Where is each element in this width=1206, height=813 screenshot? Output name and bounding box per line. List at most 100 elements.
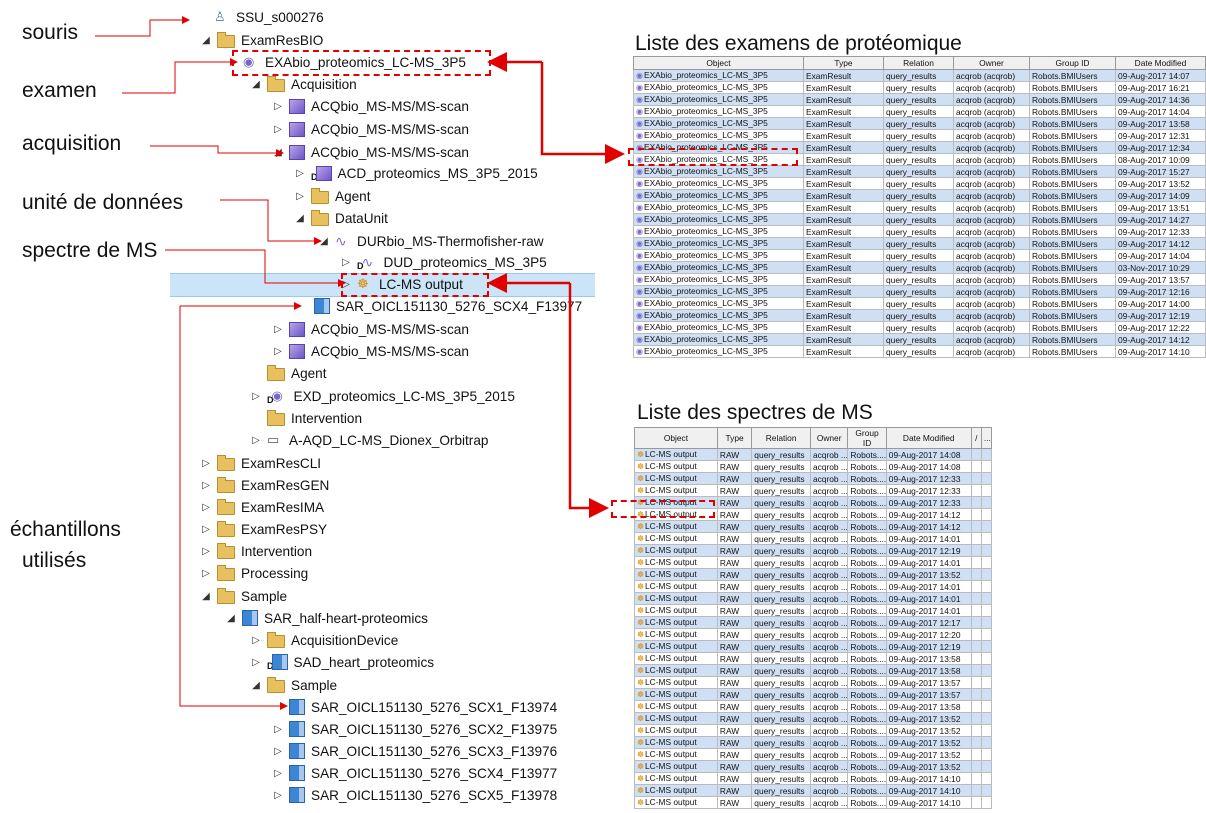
tree-node[interactable]: SAR_OICL151130_5276_SCX1_F13974 — [272, 696, 557, 718]
table-row[interactable]: ◉EXAbio_proteomics_LC-MS_3P5 ExamResult qu… — [633, 273, 1206, 286]
collapse-arrow-icon[interactable]: ◢ — [200, 591, 212, 602]
table-row[interactable]: ☸LC-MS output RAW query_results acqrob ... R… — [634, 532, 993, 545]
table-row[interactable]: ☸LC-MS output RAW query_results acqrob ... R… — [634, 448, 993, 461]
tree-node[interactable]: ▷ SAR_OICL151130_5276_SCX2_F13975 — [272, 718, 557, 740]
tree-node[interactable]: ▷ AcquisitionDevice — [250, 629, 398, 651]
expand-arrow-icon[interactable]: ▷ — [272, 746, 284, 757]
column-header[interactable]: Group ID — [1029, 56, 1116, 70]
table-row[interactable]: ☸LC-MS output RAW query_results acqrob ... R… — [634, 676, 993, 689]
table-row[interactable]: ☸LC-MS output RAW query_results acqrob ... R… — [634, 652, 993, 665]
tree-node[interactable]: SAR_OICL151130_5276_SCX4_F13977 — [297, 295, 582, 317]
expand-arrow-icon[interactable]: ▷ — [272, 346, 284, 357]
table-row[interactable]: ◉EXAbio_proteomics_LC-MS_3P5 ExamResult qu… — [633, 261, 1206, 274]
table-row[interactable]: ☸LC-MS output RAW query_results acqrob ... R… — [634, 712, 993, 725]
table-row[interactable]: ☸LC-MS output RAW query_results acqrob ... R… — [634, 784, 993, 797]
tree-node[interactable]: ▷ ExamResIMA — [200, 496, 324, 518]
tree-node[interactable]: ▷ ExamResPSY — [200, 518, 327, 540]
expand-arrow-icon[interactable]: ▷ — [200, 502, 212, 513]
table-row[interactable]: ☸LC-MS output RAW query_results acqrob ... R… — [634, 616, 993, 629]
table-row[interactable]: ☸LC-MS output RAW query_results acqrob ... R… — [634, 664, 993, 677]
tree-node[interactable]: ▷ ACQbio_MS-MS/MS-scan — [272, 340, 469, 362]
expand-arrow-icon[interactable]: ▷ — [200, 480, 212, 491]
tree-node[interactable]: ▷ D ◉ EXD_proteomics_LC-MS_3P5_2015 — [250, 385, 515, 407]
tree-node[interactable]: ▷ D ACD_proteomics_MS_3P5_2015 — [294, 162, 538, 184]
table-row[interactable]: ◉EXAbio_proteomics_LC-MS_3P5 ExamResult qu… — [633, 345, 1206, 358]
expand-arrow-icon[interactable]: ▷ — [250, 435, 262, 446]
expand-arrow-icon[interactable]: ▷ — [272, 124, 284, 135]
expand-arrow-icon[interactable]: ▷ — [200, 524, 212, 535]
tree-node[interactable]: ◢ Sample — [250, 674, 337, 696]
table-row[interactable]: ◉EXAbio_proteomics_LC-MS_3P5 ExamResult qu… — [633, 129, 1206, 142]
tree-node[interactable]: ▷ ▭ A-AQD_LC-MS_Dionex_Orbitrap — [250, 429, 488, 451]
expand-arrow-icon[interactable]: ▷ — [200, 458, 212, 469]
expand-arrow-icon[interactable]: ▷ — [250, 635, 262, 646]
tree-node[interactable]: ▷ ACQbio_MS-MS/MS-scan — [272, 318, 469, 340]
table-row[interactable]: ☸LC-MS output RAW query_results acqrob ... R… — [634, 556, 993, 569]
expand-arrow-icon[interactable]: ▷ — [272, 101, 284, 112]
tree-node[interactable]: ▷ ACQbio_MS-MS/MS-scan — [272, 118, 469, 140]
table-row[interactable]: ☸LC-MS output RAW query_results acqrob ... R… — [634, 568, 993, 581]
expand-arrow-icon[interactable]: ▷ — [294, 168, 306, 179]
tree-node[interactable]: ▷ ExamResGEN — [200, 474, 329, 496]
table-row[interactable]: ◉EXAbio_proteomics_LC-MS_3P5 ExamResult qu… — [633, 333, 1206, 346]
table-row[interactable]: ◉EXAbio_proteomics_LC-MS_3P5 ExamResult qu… — [633, 69, 1206, 82]
table-row[interactable]: ☸LC-MS output RAW query_results acqrob ... R… — [634, 748, 993, 761]
table-row[interactable]: ☸LC-MS output RAW query_results acqrob ... R… — [634, 736, 993, 749]
column-header[interactable]: Type — [716, 427, 753, 449]
collapse-arrow-icon[interactable]: ◢ — [294, 213, 306, 224]
tree-node[interactable]: ◢ ACQbio_MS-MS/MS-scan — [272, 141, 469, 163]
table-row[interactable]: ◉EXAbio_proteomics_LC-MS_3P5 ExamResult qu… — [633, 81, 1206, 94]
expand-arrow-icon[interactable]: ▷ — [294, 191, 306, 202]
table-row[interactable]: ◉EXAbio_proteomics_LC-MS_3P5 ExamResult qu… — [633, 93, 1206, 106]
tree-node[interactable]: ♙ SSU_s000276 — [197, 6, 324, 28]
expand-arrow-icon[interactable]: ▷ — [340, 257, 352, 268]
tree-node[interactable]: ▷ SAR_OICL151130_5276_SCX3_F13976 — [272, 740, 557, 762]
column-header[interactable]: ... — [980, 427, 993, 449]
table-row[interactable]: ◉EXAbio_proteomics_LC-MS_3P5 ExamResult qu… — [633, 105, 1206, 118]
expand-arrow-icon[interactable]: ▷ — [272, 768, 284, 779]
expand-arrow-icon[interactable]: ▷ — [250, 391, 262, 402]
expand-arrow-icon[interactable]: ▷ — [272, 324, 284, 335]
table-row[interactable]: ☸LC-MS output RAW query_results acqrob ... R… — [634, 592, 993, 605]
column-header[interactable]: Relation — [751, 427, 811, 449]
expand-arrow-icon[interactable]: ▷ — [272, 790, 284, 801]
collapse-arrow-icon[interactable]: ◢ — [225, 613, 237, 624]
tree-node[interactable]: ▷ Intervention — [200, 540, 312, 562]
tree-node[interactable]: ▷ SAR_OICL151130_5276_SCX4_F13977 — [272, 762, 557, 784]
table-row[interactable]: ◉EXAbio_proteomics_LC-MS_3P5 ExamResult qu… — [633, 201, 1206, 214]
table-row[interactable]: ◉EXAbio_proteomics_LC-MS_3P5 ExamResult qu… — [633, 213, 1206, 226]
column-header[interactable]: Owner — [809, 427, 849, 449]
table-row[interactable]: ◉EXAbio_proteomics_LC-MS_3P5 ExamResult qu… — [633, 165, 1206, 178]
collapse-arrow-icon[interactable]: ◢ — [250, 680, 262, 691]
table-row[interactable]: ◉EXAbio_proteomics_LC-MS_3P5 ExamResult qu… — [633, 285, 1206, 298]
table-row[interactable]: ☸LC-MS output RAW query_results acqrob ... R… — [634, 604, 993, 617]
table-row[interactable]: ◉EXAbio_proteomics_LC-MS_3P5 ExamResult qu… — [633, 117, 1206, 130]
tree-node[interactable]: ▷ Agent — [294, 185, 371, 207]
column-header[interactable]: Object — [634, 427, 718, 449]
table-row[interactable]: ◉EXAbio_proteomics_LC-MS_3P5 ExamResult qu… — [633, 309, 1206, 322]
tree-node[interactable]: ▷ ACQbio_MS-MS/MS-scan — [272, 95, 469, 117]
tree-node[interactable]: Agent — [250, 362, 327, 384]
expand-arrow-icon[interactable]: ▷ — [272, 724, 284, 735]
table-row[interactable]: ☸LC-MS output RAW query_results acqrob ... R… — [634, 628, 993, 641]
tree-node[interactable]: ▷ Processing — [200, 562, 308, 584]
column-header[interactable]: Type — [803, 56, 884, 70]
tree-node[interactable]: ◢ SAR_half-heart-proteomics — [225, 607, 428, 629]
column-header[interactable]: Owner — [953, 56, 1030, 70]
tree-node[interactable]: ▷ ExamResCLI — [200, 452, 321, 474]
column-header[interactable]: Object — [633, 56, 804, 70]
column-header[interactable]: Date Modified — [885, 427, 972, 449]
table-row[interactable]: ☸LC-MS output RAW query_results acqrob ... R… — [634, 472, 993, 485]
expand-arrow-icon[interactable]: ▷ — [200, 568, 212, 579]
table-row[interactable]: ☸LC-MS output RAW query_results acqrob ... R… — [634, 700, 993, 713]
collapse-arrow-icon[interactable]: ◢ — [200, 35, 212, 46]
tree-node[interactable]: ◢ ExamResBIO — [200, 29, 323, 51]
table-row[interactable]: ☸LC-MS output RAW query_results acqrob ... R… — [634, 796, 993, 809]
table-row[interactable]: ☸LC-MS output RAW query_results acqrob ... R… — [634, 520, 993, 533]
table-row[interactable]: ◉EXAbio_proteomics_LC-MS_3P5 ExamResult qu… — [633, 237, 1206, 250]
table-row[interactable]: ◉EXAbio_proteomics_LC-MS_3P5 ExamResult qu… — [633, 249, 1206, 262]
column-header[interactable]: / — [970, 427, 982, 449]
tree-node[interactable]: ◢ Sample — [200, 585, 287, 607]
table-row[interactable]: ◉EXAbio_proteomics_LC-MS_3P5 ExamResult qu… — [633, 321, 1206, 334]
table-row[interactable]: ◉EXAbio_proteomics_LC-MS_3P5 ExamResult qu… — [633, 225, 1206, 238]
